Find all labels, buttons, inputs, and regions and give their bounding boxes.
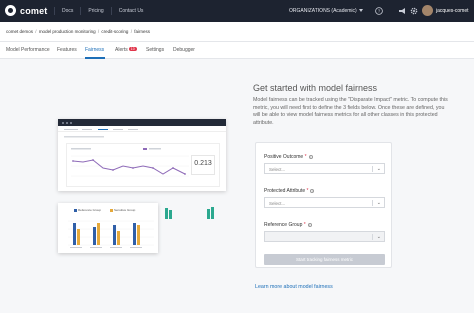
tab-debugger[interactable]: Debugger (173, 47, 195, 53)
chevron-down-icon[interactable]: ⌄ (377, 234, 381, 240)
tab-alerts-label: Alerts (115, 47, 128, 53)
preview-metric-box: 0.213 (191, 155, 215, 175)
help-icon[interactable]: ? (375, 7, 383, 15)
info-icon[interactable]: i (308, 155, 313, 159)
info-icon[interactable]: i (310, 189, 315, 193)
chevron-down-icon[interactable]: ⌄ (377, 200, 381, 206)
chevron-down-icon[interactable] (359, 9, 363, 12)
tab-model-performance[interactable]: Model Performance (6, 47, 50, 53)
tab-fairness[interactable]: Fairness (85, 47, 104, 53)
breadcrumb-bar: comet demos / model production monitorin… (0, 22, 474, 42)
positive-outcome-label: Positive Outcome * i (264, 154, 313, 160)
tab-settings[interactable]: Settings (146, 47, 164, 53)
alerts-count-badge: 10 (128, 47, 137, 51)
preview-grouped-bars (68, 220, 154, 248)
select-divider (372, 234, 373, 240)
protected-attribute-label: Protected Attribute * i (264, 188, 315, 194)
breadcrumb: comet demos / model production monitorin… (6, 29, 150, 34)
preview-bar-chart-card: Reference Group Sensitive Group (58, 203, 158, 253)
breadcrumb-workspace[interactable]: comet demos (6, 29, 33, 34)
breadcrumb-current: fairness (134, 29, 150, 34)
breadcrumb-model[interactable]: credit-scoring (101, 29, 128, 34)
reference-group-select[interactable]: ⌄ (264, 231, 385, 242)
top-navbar: comet Docs Pricing Contact Us ORGANIZATI… (0, 0, 474, 22)
preview-topbar (58, 119, 226, 126)
protected-attribute-select[interactable]: Select... ⌄ (264, 197, 385, 208)
nav-docs[interactable]: Docs (54, 7, 80, 15)
top-nav-links: Docs Pricing Contact Us (54, 0, 150, 22)
page-title: Get started with model fairness (253, 83, 378, 93)
breadcrumb-separator: / (97, 29, 100, 34)
svg-text:?: ? (378, 9, 381, 14)
fairness-preview-illustration: 0.213 (58, 119, 226, 191)
preview-metric-value: 0.213 (194, 160, 212, 167)
user-name[interactable]: jacques-comet (436, 8, 469, 14)
preview-teal-bars (165, 207, 214, 219)
settings-icon[interactable] (410, 7, 418, 15)
fairness-description: Model fairness can be tracked using the … (253, 97, 448, 126)
tab-alerts[interactable]: Alerts 10 (115, 47, 137, 53)
brand-name: comet (20, 5, 48, 16)
model-tabs: Model Performance Features Fairness Aler… (0, 42, 474, 59)
tab-features[interactable]: Features (57, 47, 77, 53)
select-divider (372, 200, 373, 206)
breadcrumb-separator: / (35, 29, 37, 34)
nav-contact[interactable]: Contact Us (110, 7, 151, 15)
positive-outcome-select[interactable]: Select... ⌄ (264, 163, 385, 174)
learn-more-link[interactable]: Learn more about model fairness (255, 284, 333, 290)
breadcrumb-separator: / (130, 29, 132, 34)
breadcrumb-project[interactable]: model production monitoring (39, 29, 96, 34)
organization-selector[interactable]: ORGANIZATIONS (Academic) (289, 8, 357, 14)
select-divider (372, 166, 373, 172)
positive-outcome-placeholder: Select... (269, 167, 286, 172)
active-tab-indicator (85, 57, 105, 59)
comet-logo[interactable]: comet (5, 5, 48, 16)
user-avatar[interactable] (422, 5, 433, 16)
info-icon[interactable]: i (307, 223, 312, 227)
comet-logo-icon (5, 5, 16, 16)
nav-pricing[interactable]: Pricing (80, 7, 110, 15)
fairness-setup-form: Positive Outcome * i Select... ⌄ Protecte… (255, 142, 392, 268)
start-tracking-button[interactable]: Start tracking fairness metric (264, 254, 385, 265)
announcement-icon[interactable] (398, 7, 406, 15)
chevron-down-icon[interactable]: ⌄ (377, 166, 381, 172)
reference-group-label: Reference Group * i (264, 222, 312, 228)
protected-attribute-placeholder: Select... (269, 201, 286, 206)
